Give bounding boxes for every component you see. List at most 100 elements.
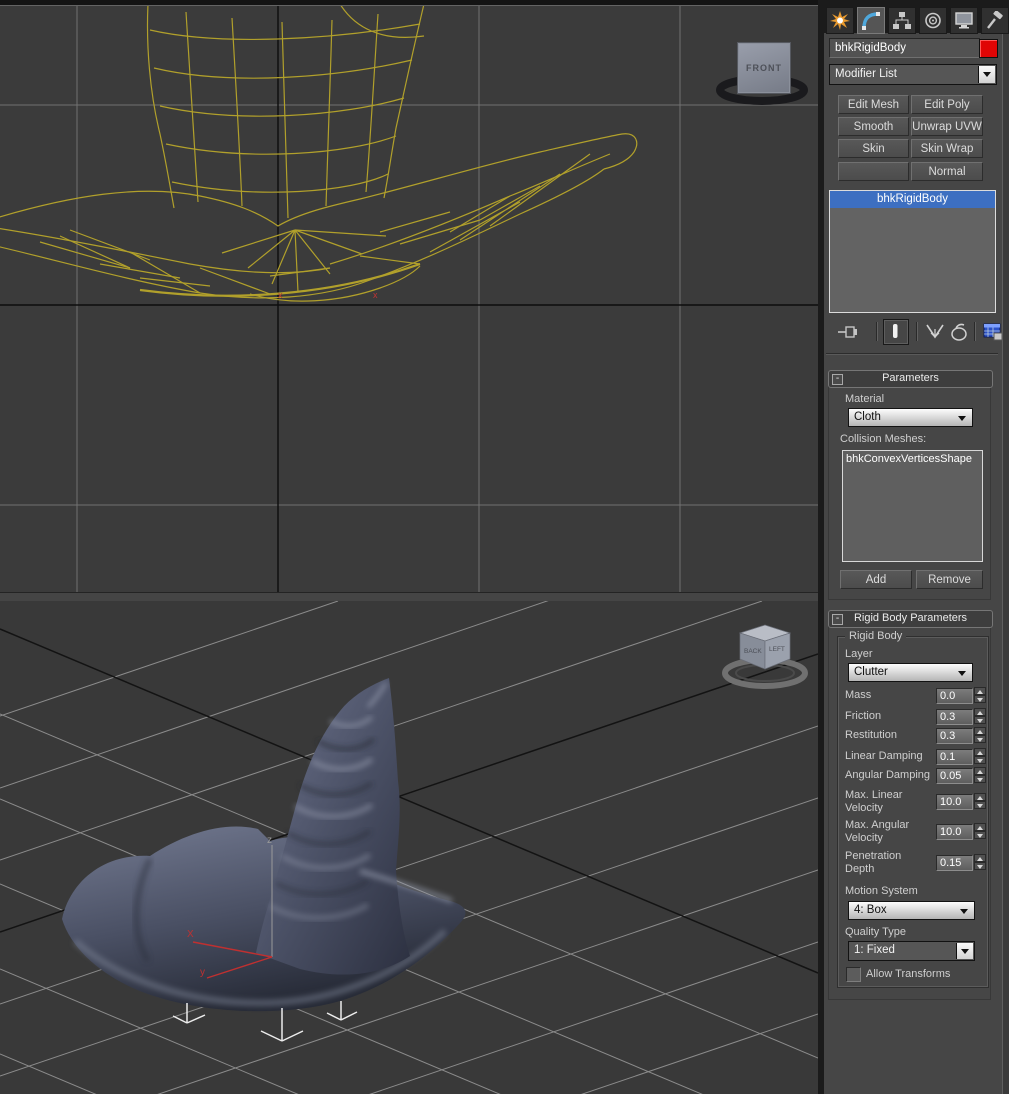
quality-type-dropdown[interactable]: 1: Fixed	[848, 941, 975, 961]
chevron-down-icon[interactable]	[956, 943, 973, 959]
friction-spinner[interactable]	[974, 708, 986, 725]
layer-label: Layer	[845, 648, 873, 660]
viewcube-back-label: BACK	[744, 648, 762, 655]
panel-separator	[826, 353, 998, 355]
mass-row: Mass 0.0	[845, 687, 997, 706]
angular-damping-spinner[interactable]	[974, 767, 986, 784]
collapse-icon[interactable]: -	[832, 614, 843, 625]
modifier-list-label: Modifier List	[835, 68, 897, 80]
angular-damping-field[interactable]: 0.05	[936, 768, 973, 784]
quality-type-value: 1: Fixed	[854, 944, 895, 956]
linear-damping-spinner[interactable]	[974, 748, 986, 765]
quality-type-label: Quality Type	[845, 926, 906, 938]
penetration-depth-label: Penetration Depth	[845, 850, 902, 875]
max-angular-velocity-spinner[interactable]	[974, 823, 986, 840]
angular-damping-row: Angular Damping 0.05	[845, 767, 997, 786]
viewport-column: x x FRONT z X y BACK LEFT	[0, 0, 818, 1094]
configure-modifier-sets-icon[interactable]	[982, 321, 1004, 343]
linear-damping-field[interactable]: 0.1	[936, 749, 973, 765]
pin-stack-icon[interactable]	[836, 321, 862, 343]
penetration-depth-spinner[interactable]	[974, 854, 986, 871]
max-angular-velocity-label: Max. Angular Velocity	[845, 819, 910, 844]
viewcube-front[interactable]: FRONT	[737, 42, 791, 94]
button-smooth[interactable]: Smooth	[838, 117, 909, 136]
rigid-body-rollout-header[interactable]: - Rigid Body Parameters	[828, 610, 993, 628]
create-icon	[830, 11, 850, 30]
hierarchy-icon	[893, 12, 911, 29]
collision-meshes-list[interactable]: bhkConvexVerticesShape	[842, 450, 983, 562]
allow-transforms-label: Allow Transforms	[866, 968, 951, 980]
max-linear-velocity-spinner[interactable]	[974, 793, 986, 810]
restitution-field[interactable]: 0.3	[936, 728, 973, 744]
stack-toolbar	[836, 319, 1003, 345]
show-end-result-toggle[interactable]	[883, 319, 909, 345]
button-skin-wrap[interactable]: Skin Wrap	[911, 139, 983, 158]
toolbar-separator	[916, 322, 918, 341]
object-name-field[interactable]: bhkRigidBody	[829, 38, 981, 58]
object-color-swatch[interactable]	[979, 39, 998, 58]
mass-label: Mass	[845, 689, 872, 701]
modifier-stack-list[interactable]: bhkRigidBody	[829, 190, 996, 313]
button-skin[interactable]: Skin	[838, 139, 909, 158]
max-angular-velocity-field[interactable]: 10.0	[936, 824, 973, 840]
front-viewport-canvas: x x	[0, 6, 818, 592]
tab-motion[interactable]	[919, 7, 947, 34]
tab-create[interactable]	[826, 7, 854, 34]
tab-utilities[interactable]	[981, 7, 1009, 34]
persp-canvas: z X y BACK LEFT	[0, 601, 818, 1094]
max-angular-velocity-row: Max. Angular Velocity 10.0	[845, 819, 997, 847]
angular-damping-label: Angular Damping	[845, 769, 930, 781]
mass-field[interactable]: 0.0	[936, 688, 973, 704]
mass-spinner[interactable]	[974, 687, 986, 704]
add-button[interactable]: Add	[840, 570, 912, 589]
chevron-down-icon[interactable]	[978, 66, 995, 83]
command-panel: bhkRigidBody Modifier List Edit Mesh Edi…	[818, 0, 1009, 1094]
parameters-rollout-header[interactable]: - Parameters	[828, 370, 993, 388]
stack-item-bhkrigidbody[interactable]: bhkRigidBody	[830, 191, 995, 208]
viewport-front[interactable]: x x FRONT	[0, 5, 818, 593]
front-axis-marker-1: x	[278, 290, 283, 300]
material-dropdown[interactable]: Cloth	[848, 408, 973, 427]
command-panel-tabs	[826, 7, 1009, 34]
collapse-icon[interactable]: -	[832, 374, 843, 385]
make-unique-icon[interactable]	[924, 321, 946, 343]
penetration-depth-field[interactable]: 0.15	[936, 855, 973, 871]
persp-grid-lines	[0, 601, 818, 1094]
button-empty-slot[interactable]	[838, 162, 909, 181]
remove-button[interactable]: Remove	[916, 570, 983, 589]
toolbar-separator	[876, 322, 878, 341]
linear-damping-row: Linear Damping 0.1	[845, 748, 997, 767]
max-linear-velocity-field[interactable]: 10.0	[936, 794, 973, 810]
material-label: Material	[845, 393, 885, 405]
layer-dropdown[interactable]: Clutter	[848, 663, 973, 682]
linear-damping-label: Linear Damping	[845, 750, 923, 762]
rigid-body-group-label: Rigid Body	[845, 630, 907, 642]
motion-icon	[925, 12, 941, 29]
panel-scroll-strip[interactable]	[1002, 33, 1009, 1094]
material-value: Cloth	[854, 411, 881, 423]
tab-display[interactable]	[950, 7, 978, 34]
button-unwrap-uvw[interactable]: Unwrap UVW	[911, 117, 983, 136]
restitution-spinner[interactable]	[974, 727, 986, 744]
show-end-result-icon	[893, 324, 898, 338]
button-normal[interactable]: Normal	[911, 162, 983, 181]
tab-hierarchy[interactable]	[888, 7, 916, 34]
friction-label: Friction	[845, 710, 882, 722]
button-edit-poly[interactable]: Edit Poly	[911, 95, 983, 114]
viewport-perspective[interactable]: z X y BACK LEFT	[0, 601, 818, 1094]
collision-mesh-item[interactable]: bhkConvexVerticesShape	[846, 453, 982, 465]
tab-modify[interactable]	[857, 7, 885, 34]
viewcube-front-label: FRONT	[746, 63, 782, 73]
modifier-list-dropdown[interactable]: Modifier List	[829, 64, 997, 85]
viewcube-left-label: LEFT	[769, 646, 785, 653]
max-linear-velocity-row: Max. Linear Velocity 10.0	[845, 789, 997, 817]
wireframe-hat	[0, 6, 638, 302]
button-edit-mesh[interactable]: Edit Mesh	[838, 95, 909, 114]
motion-system-dropdown[interactable]: 4: Box	[848, 901, 975, 920]
remove-modifier-icon[interactable]	[948, 321, 970, 343]
modify-icon	[862, 12, 880, 30]
friction-field[interactable]: 0.3	[936, 709, 973, 725]
allow-transforms-checkbox[interactable]	[846, 967, 861, 982]
viewcube-perspective[interactable]: BACK LEFT	[722, 624, 808, 689]
restitution-row: Restitution 0.3	[845, 727, 997, 746]
